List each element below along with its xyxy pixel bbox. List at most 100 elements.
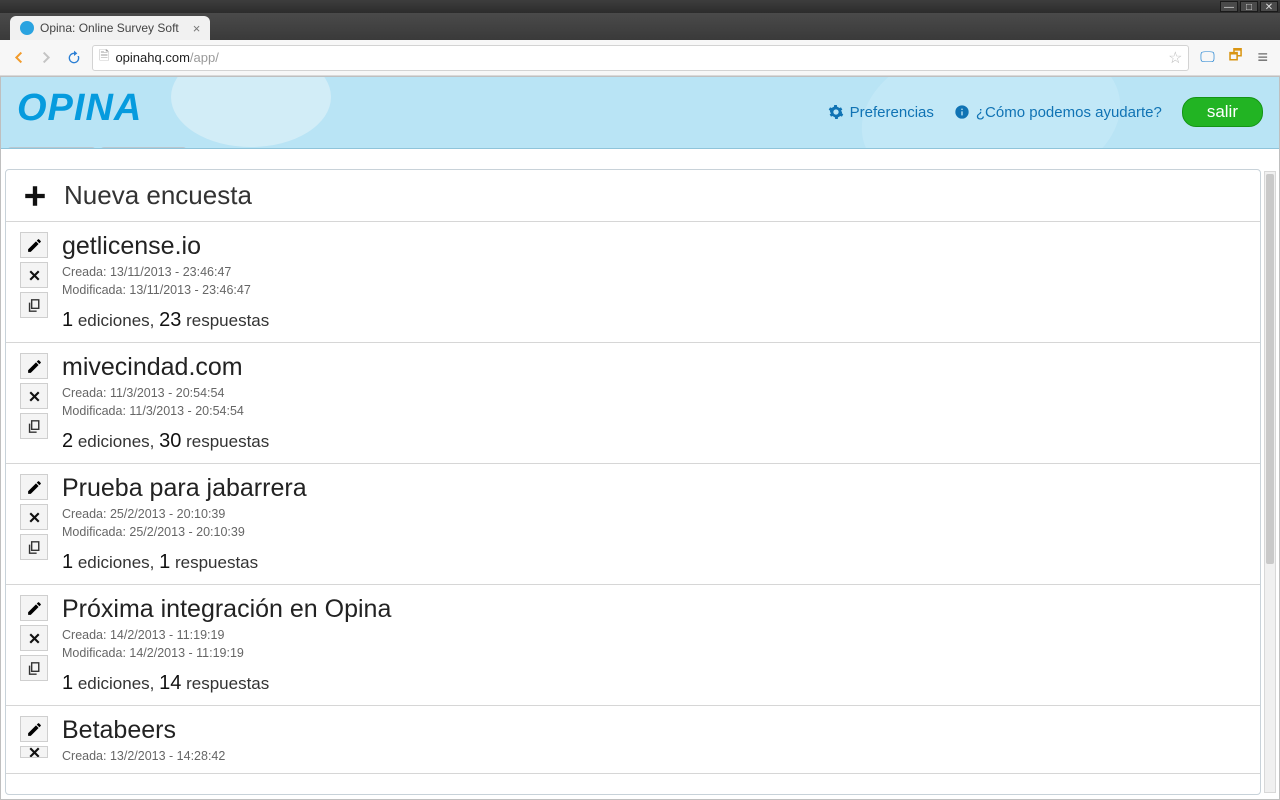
delete-button[interactable] [20,504,48,530]
survey-info: Prueba para jabarrera Creada: 25/2/2013 … [62,474,307,574]
pencil-icon [26,600,43,617]
window-minimize-button[interactable]: — [1220,1,1238,12]
survey-title[interactable]: Betabeers [62,716,225,745]
survey-modified: Modificada: 11/3/2013 - 20:54:54 [62,404,269,418]
app-viewport: OPINA Preferencias ¿Cómo podemos ayudart… [0,76,1280,800]
copy-icon [26,418,43,435]
survey-created: Creada: 13/2/2013 - 14:28:42 [62,749,225,763]
gear-icon [828,104,844,120]
tab-contacts[interactable]: Contactos [100,147,187,149]
plus-icon [20,181,50,211]
duplicate-button[interactable] [20,413,48,439]
address-bar[interactable]: 🗎 opinahq.com/app/ ☆ [92,45,1189,71]
survey-stats: 1 ediciones, 14 respuestas [62,672,391,695]
chevron-right-icon [38,49,55,66]
survey-row: mivecindad.com Creada: 11/3/2013 - 20:54… [6,343,1260,464]
header-links: Preferencias ¿Cómo podemos ayudarte? sal… [828,97,1263,127]
survey-row: Betabeers Creada: 13/2/2013 - 14:28:42 M… [6,706,1260,774]
pencil-icon [26,358,43,375]
tab-close-icon[interactable]: × [193,21,201,36]
survey-actions [20,474,48,560]
favicon-icon [20,21,34,35]
delete-button[interactable] [20,625,48,651]
close-icon [26,509,43,526]
survey-stats: 2 ediciones, 30 respuestas [62,430,269,453]
survey-created: Creada: 14/2/2013 - 11:19:19 [62,628,391,642]
app-logo: OPINA [17,87,142,130]
new-survey-label: Nueva encuesta [64,180,252,211]
survey-stats: 1 ediciones, 1 respuestas [62,551,307,574]
edit-button[interactable] [20,474,48,500]
logout-button[interactable]: salir [1182,97,1263,127]
survey-title[interactable]: Prueba para jabarrera [62,474,307,503]
close-icon [26,746,43,758]
help-label: ¿Cómo podemos ayudarte? [976,104,1162,121]
delete-button[interactable] [20,383,48,409]
survey-actions [20,232,48,318]
survey-row: Prueba para jabarrera Creada: 25/2/2013 … [6,464,1260,585]
extension-windows-icon[interactable]: 🗗 [1225,48,1245,68]
survey-info: Próxima integración en Opina Creada: 14/… [62,595,391,695]
help-link[interactable]: ¿Cómo podemos ayudarte? [954,104,1162,121]
duplicate-button[interactable] [20,534,48,560]
copy-icon [26,297,43,314]
pencil-icon [26,237,43,254]
window-maximize-button[interactable]: □ [1240,1,1258,12]
url-path: /app/ [190,50,219,65]
window-close-button[interactable]: ✕ [1260,1,1278,12]
edit-button[interactable] [20,716,48,742]
delete-button[interactable] [20,746,48,758]
survey-actions [20,353,48,439]
survey-modified: Modificada: 25/2/2013 - 20:10:39 [62,525,307,539]
survey-actions [20,595,48,681]
survey-title[interactable]: getlicense.io [62,232,269,261]
os-titlebar: — □ ✕ [0,0,1280,13]
app-header: OPINA Preferencias ¿Cómo podemos ayudart… [1,77,1279,149]
url-host: opinahq.com [115,50,189,65]
new-survey-row[interactable]: Nueva encuesta [6,170,1260,222]
edit-button[interactable] [20,232,48,258]
pencil-icon [26,479,43,496]
duplicate-button[interactable] [20,655,48,681]
chevron-left-icon [10,49,27,66]
browser-toolbar: 🗎 opinahq.com/app/ ☆ 🖵 🗗 ≡ [0,40,1280,76]
reload-button[interactable] [64,48,84,68]
tab-surveys[interactable]: Encuestas [7,147,96,149]
edit-button[interactable] [20,353,48,379]
survey-title[interactable]: Próxima integración en Opina [62,595,391,624]
extension-screenshot-icon[interactable]: 🖵 [1197,48,1217,68]
edit-button[interactable] [20,595,48,621]
survey-info: mivecindad.com Creada: 11/3/2013 - 20:54… [62,353,269,453]
copy-icon [26,539,43,556]
forward-button[interactable] [36,48,56,68]
browser-menu-icon[interactable]: ≡ [1253,47,1272,68]
preferences-link[interactable]: Preferencias [828,104,934,121]
survey-row: getlicense.io Creada: 13/11/2013 - 23:46… [6,222,1260,343]
survey-created: Creada: 11/3/2013 - 20:54:54 [62,386,269,400]
scroll-thumb[interactable] [1266,174,1274,564]
reload-icon [66,50,82,66]
vertical-scrollbar[interactable]: ▲ [1264,171,1276,793]
close-icon [26,388,43,405]
survey-modified: Modificada: 13/11/2013 - 23:46:47 [62,283,269,297]
delete-button[interactable] [20,262,48,288]
copy-icon [26,660,43,677]
duplicate-button[interactable] [20,292,48,318]
back-button[interactable] [8,48,28,68]
survey-actions [20,716,48,758]
content-frame: Nueva encuesta getlicense.io Creada: 13/… [5,169,1261,795]
survey-title[interactable]: mivecindad.com [62,353,269,382]
page-icon: 🗎 [99,47,109,69]
close-icon [26,267,43,284]
survey-modified: Modificada: 14/2/2013 - 11:19:19 [62,646,391,660]
browser-tabstrip: Opina: Online Survey Soft × [0,13,1280,40]
info-icon [954,104,970,120]
close-icon [26,630,43,647]
survey-stats: 1 ediciones, 23 respuestas [62,309,269,332]
pencil-icon [26,721,43,738]
survey-info: getlicense.io Creada: 13/11/2013 - 23:46… [62,232,269,332]
app-tabs: Encuestas Contactos [7,147,187,149]
browser-tab[interactable]: Opina: Online Survey Soft × [10,16,210,40]
preferences-label: Preferencias [850,104,934,121]
bookmark-star-icon[interactable]: ☆ [1168,48,1182,68]
